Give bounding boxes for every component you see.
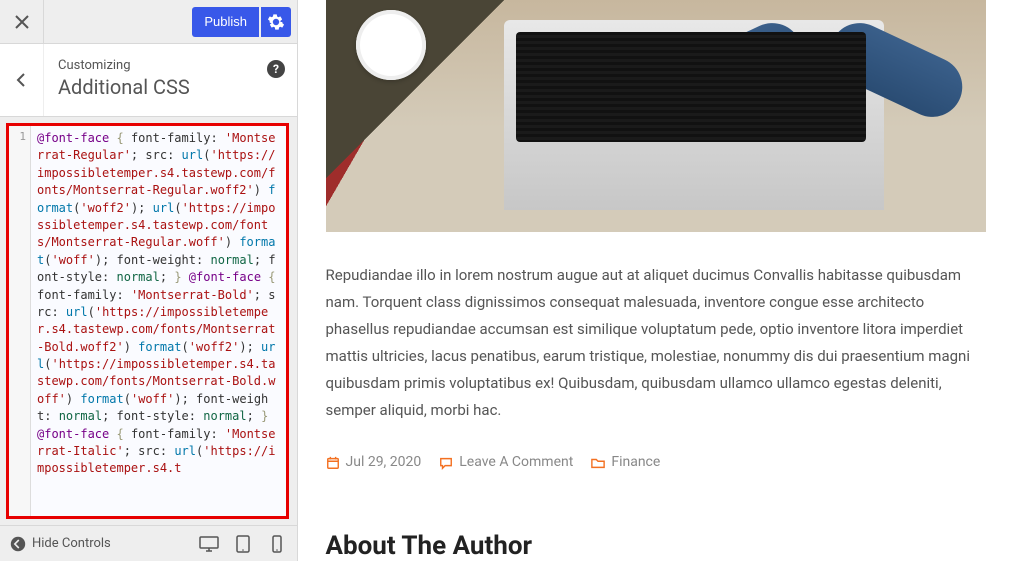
folder-icon (591, 456, 605, 470)
device-desktop-button[interactable] (199, 534, 219, 554)
hide-controls-label: Hide Controls (32, 536, 111, 551)
close-button[interactable] (0, 0, 44, 44)
post-category-text[interactable]: Finance (611, 450, 660, 475)
post-comments-link[interactable]: Leave A Comment (439, 450, 573, 475)
section-eyebrow: Customizing (58, 58, 283, 73)
collapse-left-icon (10, 536, 26, 552)
publish-group: Publish (192, 7, 291, 37)
section-title: Additional CSS (58, 75, 283, 99)
post-date-text: Jul 29, 2020 (346, 450, 422, 475)
mobile-icon (272, 535, 282, 553)
device-switcher (199, 534, 287, 554)
post-category-link[interactable]: Finance (591, 450, 660, 475)
editor-gutter: 1 (9, 126, 31, 516)
editor-scroll[interactable]: @font-face { font-family: 'Montserrat-Re… (31, 126, 286, 516)
chevron-left-icon (15, 73, 29, 87)
close-icon (15, 15, 29, 29)
gear-icon (268, 14, 284, 30)
preview-pane[interactable]: Repudiandae illo in lorem nostrum augue … (298, 0, 1013, 561)
article-body: Repudiandae illo in lorem nostrum augue … (326, 262, 986, 424)
customizer-footer: Hide Controls (0, 525, 297, 561)
device-tablet-button[interactable] (233, 534, 253, 554)
publish-settings-button[interactable] (261, 7, 291, 37)
publish-button[interactable]: Publish (192, 7, 259, 37)
desktop-icon (199, 536, 219, 552)
author-heading: About The Author (326, 523, 986, 561)
calendar-icon (326, 456, 340, 470)
hide-controls-button[interactable]: Hide Controls (10, 536, 111, 552)
section-header: Customizing Additional CSS ? (0, 44, 297, 117)
css-editor-wrap: 1 @font-face { font-family: 'Montserrat-… (0, 117, 297, 525)
css-editor[interactable]: 1 @font-face { font-family: 'Montserrat-… (6, 123, 289, 519)
tablet-icon (236, 535, 250, 553)
help-button[interactable]: ? (267, 60, 285, 78)
post-comments-text[interactable]: Leave A Comment (459, 450, 573, 475)
back-button[interactable] (0, 44, 44, 116)
comment-icon (439, 456, 453, 470)
device-mobile-button[interactable] (267, 534, 287, 554)
featured-image (326, 0, 986, 232)
customizer-topbar: Publish (0, 0, 297, 44)
article: Repudiandae illo in lorem nostrum augue … (326, 262, 986, 561)
editor-code[interactable]: @font-face { font-family: 'Montserrat-Re… (31, 126, 286, 482)
post-date: Jul 29, 2020 (326, 450, 422, 475)
customizer-sidebar: Publish Customizing Additional CSS ? 1 @… (0, 0, 298, 561)
post-meta: Jul 29, 2020 Leave A Comment Finance (326, 450, 986, 475)
